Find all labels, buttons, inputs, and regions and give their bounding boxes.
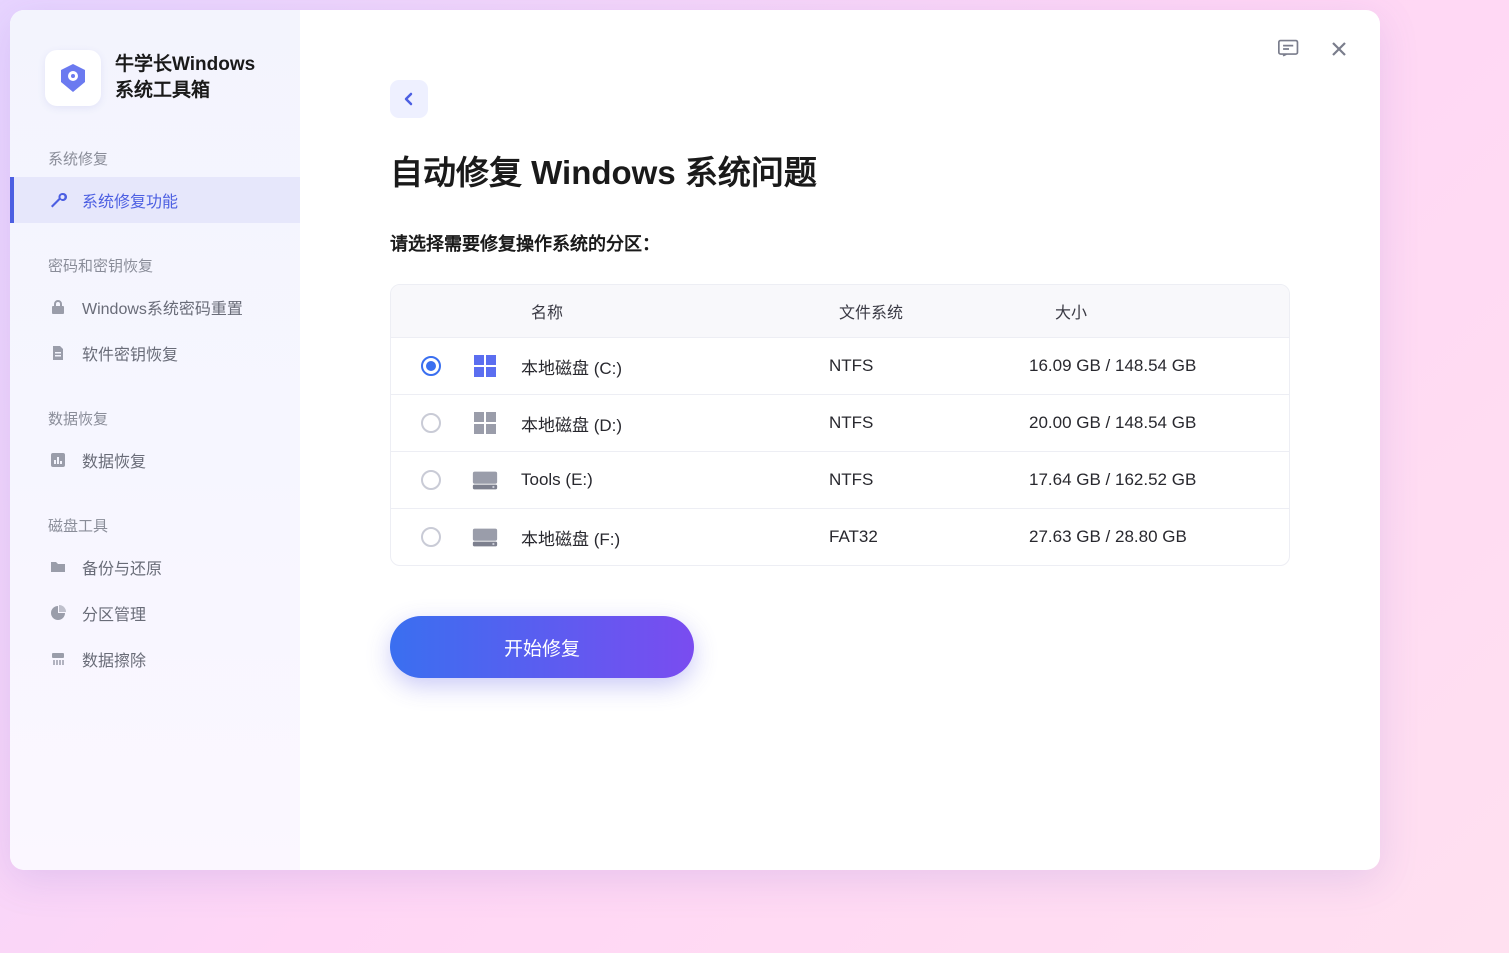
nav-section-label: 密码和密钥恢复 <box>10 243 300 284</box>
sidebar-item-label: 数据擦除 <box>82 647 146 671</box>
file-icon <box>48 343 68 363</box>
sidebar-item-backup[interactable]: 备份与还原 <box>10 544 300 590</box>
windows-disk-icon <box>471 409 499 437</box>
table-header: 名称 文件系统 大小 <box>391 285 1289 337</box>
partition-size: 16.09 GB / 148.54 GB <box>1029 356 1259 376</box>
feedback-icon[interactable] <box>1278 38 1300 60</box>
app-window: 牛学长Windows系统工具箱 系统修复系统修复功能密码和密钥恢复 Windows… <box>10 10 1380 870</box>
wrench-icon <box>48 190 68 210</box>
table-row[interactable]: 本地磁盘 (D:)NTFS20.00 GB / 148.54 GB <box>391 394 1289 451</box>
partition-table: 名称 文件系统 大小 本地磁盘 (C:)NTFS16.09 GB / 148.5… <box>390 284 1290 566</box>
partition-fs: NTFS <box>829 413 1029 433</box>
partition-name: 本地磁盘 (F:) <box>521 525 829 550</box>
partition-size: 20.00 GB / 148.54 GB <box>1029 413 1259 433</box>
page-title: 自动修复 Windows 系统问题 <box>390 146 1290 194</box>
partition-size: 27.63 GB / 28.80 GB <box>1029 527 1259 547</box>
app-logo-icon <box>45 50 101 106</box>
partition-fs: FAT32 <box>829 527 1029 547</box>
table-row[interactable]: Tools (E:)NTFS17.64 GB / 162.52 GB <box>391 451 1289 508</box>
lock-icon <box>48 297 68 317</box>
sidebar-item-partition[interactable]: 分区管理 <box>10 590 300 636</box>
sidebar-item-label: Windows系统密码重置 <box>82 295 243 319</box>
sidebar-item-label: 备份与还原 <box>82 555 162 579</box>
pie-icon <box>48 603 68 623</box>
table-row[interactable]: 本地磁盘 (C:)NTFS16.09 GB / 148.54 GB <box>391 337 1289 394</box>
th-size: 大小 <box>1029 299 1259 323</box>
page-subtitle: 请选择需要修复操作系统的分区： <box>390 230 1290 256</box>
sidebar-item-sysrepair[interactable]: 系统修复功能 <box>10 177 300 223</box>
start-repair-button[interactable]: 开始修复 <box>390 616 694 678</box>
app-brand: 牛学长Windows系统工具箱 <box>10 50 300 136</box>
nav-section-label: 系统修复 <box>10 136 300 177</box>
sidebar-item-label: 软件密钥恢复 <box>82 341 178 365</box>
main-content: 自动修复 Windows 系统问题 请选择需要修复操作系统的分区： 名称 文件系… <box>300 10 1380 870</box>
partition-radio[interactable] <box>421 527 441 547</box>
partition-name: Tools (E:) <box>521 470 829 490</box>
table-row[interactable]: 本地磁盘 (F:)FAT3227.63 GB / 28.80 GB <box>391 508 1289 565</box>
partition-name: 本地磁盘 (D:) <box>521 411 829 436</box>
partition-fs: NTFS <box>829 470 1029 490</box>
th-fs: 文件系统 <box>829 299 1029 323</box>
partition-name: 本地磁盘 (C:) <box>521 354 829 379</box>
partition-radio[interactable] <box>421 413 441 433</box>
th-name: 名称 <box>471 299 829 323</box>
partition-radio[interactable] <box>421 470 441 490</box>
sidebar-item-datarec[interactable]: 数据恢复 <box>10 437 300 483</box>
shred-icon <box>48 649 68 669</box>
sidebar-item-softkey[interactable]: 软件密钥恢复 <box>10 330 300 376</box>
app-title: 牛学长Windows系统工具箱 <box>115 52 270 103</box>
sidebar-item-label: 数据恢复 <box>82 448 146 472</box>
nav-section-label: 磁盘工具 <box>10 503 300 544</box>
partition-radio[interactable] <box>421 356 441 376</box>
chart-icon <box>48 450 68 470</box>
sidebar-item-wipe[interactable]: 数据擦除 <box>10 636 300 682</box>
sidebar-item-label: 系统修复功能 <box>82 188 178 212</box>
sidebar-item-winpwd[interactable]: Windows系统密码重置 <box>10 284 300 330</box>
start-repair-label: 开始修复 <box>504 634 580 661</box>
partition-size: 17.64 GB / 162.52 GB <box>1029 470 1259 490</box>
hard-drive-icon <box>471 466 499 494</box>
sidebar: 牛学长Windows系统工具箱 系统修复系统修复功能密码和密钥恢复 Windows… <box>10 10 300 870</box>
nav-section-label: 数据恢复 <box>10 396 300 437</box>
back-button[interactable] <box>390 80 428 118</box>
partition-fs: NTFS <box>829 356 1029 376</box>
windows-disk-icon <box>471 352 499 380</box>
close-icon[interactable] <box>1328 38 1350 60</box>
titlebar-controls <box>1278 38 1350 60</box>
folder-icon <box>48 557 68 577</box>
hard-drive-icon <box>471 523 499 551</box>
sidebar-item-label: 分区管理 <box>82 601 146 625</box>
